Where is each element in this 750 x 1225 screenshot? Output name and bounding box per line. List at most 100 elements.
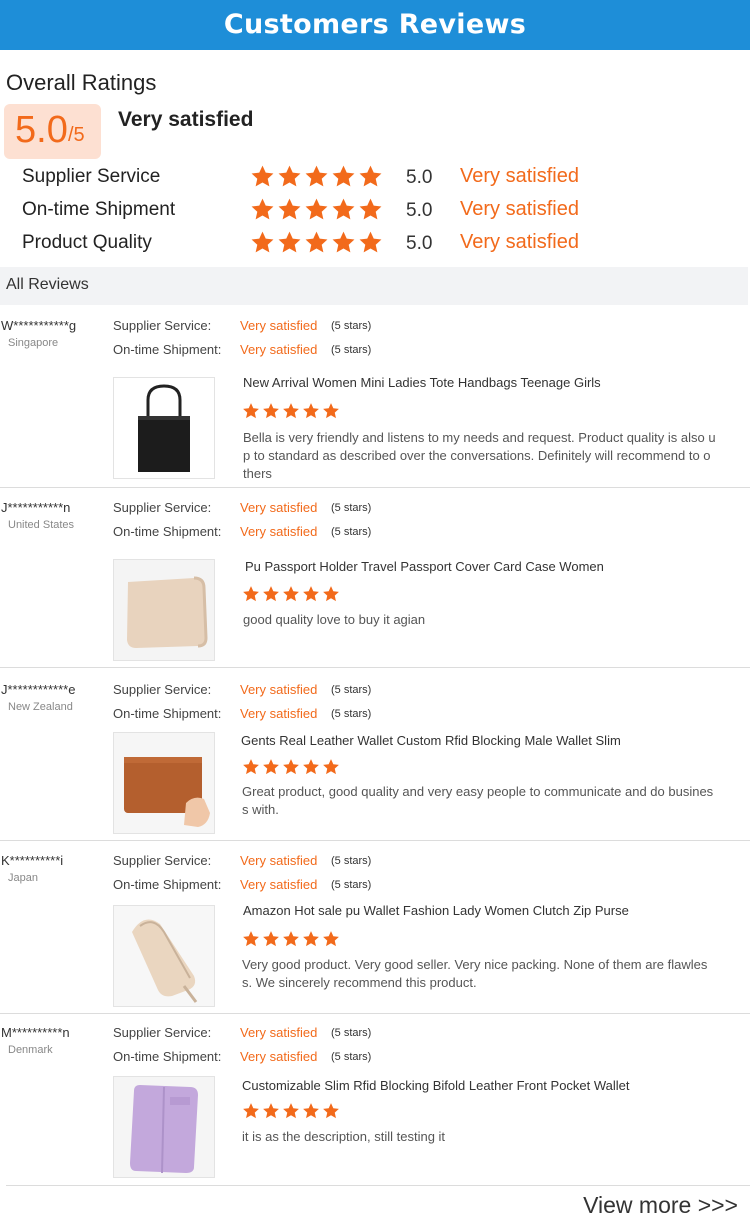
shipment-label: On-time Shipment: (113, 1049, 222, 1064)
shipment-value: Very satisfied (240, 1049, 318, 1064)
review-divider (6, 1185, 750, 1186)
star-icon (243, 586, 259, 602)
page-title: Customers Reviews (223, 9, 527, 40)
header-banner: Customers Reviews (0, 0, 750, 50)
star-icon (243, 931, 259, 947)
supplier-service-value: Very satisfied (240, 682, 318, 697)
star-icon (278, 231, 301, 253)
product-title[interactable]: Gents Real Leather Wallet Custom Rfid Bl… (241, 733, 621, 748)
star-icon (251, 165, 274, 187)
review-divider (0, 487, 750, 488)
comment-line: p to standard as described over the conv… (243, 448, 711, 463)
product-rating-stars (242, 1102, 340, 1120)
star-icon (283, 1103, 299, 1119)
overall-ratings-label: Overall Ratings (6, 70, 157, 95)
product-thumbnail[interactable] (113, 1076, 215, 1178)
reviewer-country: Singapore (8, 337, 59, 349)
shipment-row: On-time Shipment: Very satisfied (5 star… (113, 342, 413, 360)
all-reviews-header: All Reviews (0, 267, 748, 305)
overall-satisfaction-text: Very satisfied (118, 108, 254, 131)
supplier-service-row: Supplier Service: Very satisfied (5 star… (113, 1025, 413, 1043)
comment-line: thers (243, 466, 272, 481)
brown-leather-wallet-image (114, 733, 214, 833)
rating-text: Very satisfied (460, 198, 579, 220)
star-icon (283, 403, 299, 419)
supplier-service-label: Supplier Service: (113, 500, 212, 515)
supplier-service-stars: (5 stars) (331, 1027, 372, 1039)
star-icon (332, 165, 355, 187)
black-tote-bag-image (138, 384, 190, 472)
review-divider (0, 840, 750, 841)
rating-stars (250, 230, 383, 258)
review-item: M**********n Denmark Supplier Service: V… (0, 1025, 750, 1185)
product-thumbnail[interactable] (113, 905, 215, 1007)
star-icon (251, 231, 274, 253)
shipment-row: On-time Shipment: Very satisfied (5 star… (113, 524, 413, 542)
star-icon (323, 403, 339, 419)
star-icon (263, 586, 279, 602)
star-icon (278, 198, 301, 220)
supplier-service-label: Supplier Service: (113, 682, 212, 697)
star-icon (303, 759, 319, 775)
star-icon (323, 759, 339, 775)
product-thumbnail[interactable] (113, 732, 215, 834)
beige-card-case-image (114, 560, 214, 660)
star-icon (359, 165, 382, 187)
product-rating-stars (242, 758, 340, 776)
overall-score-suffix: /5 (68, 124, 85, 146)
supplier-service-label: Supplier Service: (113, 853, 212, 868)
product-title[interactable]: New Arrival Women Mini Ladies Tote Handb… (243, 375, 601, 390)
star-icon (332, 231, 355, 253)
comment-line: Great product, good quality and very eas… (242, 784, 714, 799)
review-comment: Bella is very friendly and listens to my… (243, 429, 743, 483)
product-title[interactable]: Pu Passport Holder Travel Passport Cover… (245, 559, 604, 574)
shipment-value: Very satisfied (240, 342, 318, 357)
product-title[interactable]: Customizable Slim Rfid Blocking Bifold L… (242, 1078, 630, 1093)
rating-row-product-quality: Product Quality 5.0 Very satisfied (22, 230, 722, 260)
product-rating-stars (242, 585, 340, 603)
star-icon (243, 1103, 259, 1119)
review-divider (0, 1013, 750, 1014)
shipment-stars: (5 stars) (331, 1051, 372, 1063)
product-thumbnail[interactable] (113, 559, 215, 661)
supplier-service-stars: (5 stars) (331, 855, 372, 867)
review-item: J***********n United States Supplier Ser… (0, 500, 750, 668)
product-thumbnail[interactable] (113, 377, 215, 479)
star-icon (303, 403, 319, 419)
rating-row-supplier-service: Supplier Service 5.0 Very satisfied (22, 164, 722, 194)
supplier-service-value: Very satisfied (240, 500, 318, 515)
shipment-value: Very satisfied (240, 524, 318, 539)
supplier-service-label: Supplier Service: (113, 1025, 212, 1040)
product-rating-stars (242, 402, 340, 420)
shipment-row: On-time Shipment: Very satisfied (5 star… (113, 706, 413, 724)
star-icon (263, 931, 279, 947)
overall-score: 5.0 (15, 109, 68, 151)
rating-row-ontime-shipment: On-time Shipment 5.0 Very satisfied (22, 197, 722, 227)
shipment-label: On-time Shipment: (113, 342, 222, 357)
star-icon (332, 198, 355, 220)
supplier-service-value: Very satisfied (240, 1025, 318, 1040)
star-icon (263, 1103, 279, 1119)
reviewer-name: J***********n (1, 500, 71, 515)
view-more-link[interactable]: View more >>> (583, 1192, 738, 1219)
star-icon (303, 586, 319, 602)
beige-zip-purse-image (114, 906, 214, 1006)
supplier-service-stars: (5 stars) (331, 684, 372, 696)
supplier-service-row: Supplier Service: Very satisfied (5 star… (113, 853, 413, 871)
comment-line: Very good product. Very good seller. Ver… (242, 957, 708, 972)
rating-text: Very satisfied (460, 231, 579, 253)
star-icon (263, 403, 279, 419)
supplier-service-row: Supplier Service: Very satisfied (5 star… (113, 682, 413, 700)
overall-score-badge: 5.0 /5 (4, 104, 101, 159)
review-comment: Great product, good quality and very eas… (242, 783, 742, 819)
supplier-service-stars: (5 stars) (331, 502, 372, 514)
star-icon (278, 165, 301, 187)
product-title[interactable]: Amazon Hot sale pu Wallet Fashion Lady W… (243, 903, 629, 918)
star-icon (323, 931, 339, 947)
review-item: W***********g Singapore Supplier Service… (0, 318, 750, 488)
star-icon (359, 198, 382, 220)
comment-line: s. We sincerely recommend this product. (242, 975, 477, 990)
reviewer-country: New Zealand (8, 701, 73, 713)
review-comment: it is as the description, still testing … (242, 1128, 742, 1146)
supplier-service-label: Supplier Service: (113, 318, 212, 333)
